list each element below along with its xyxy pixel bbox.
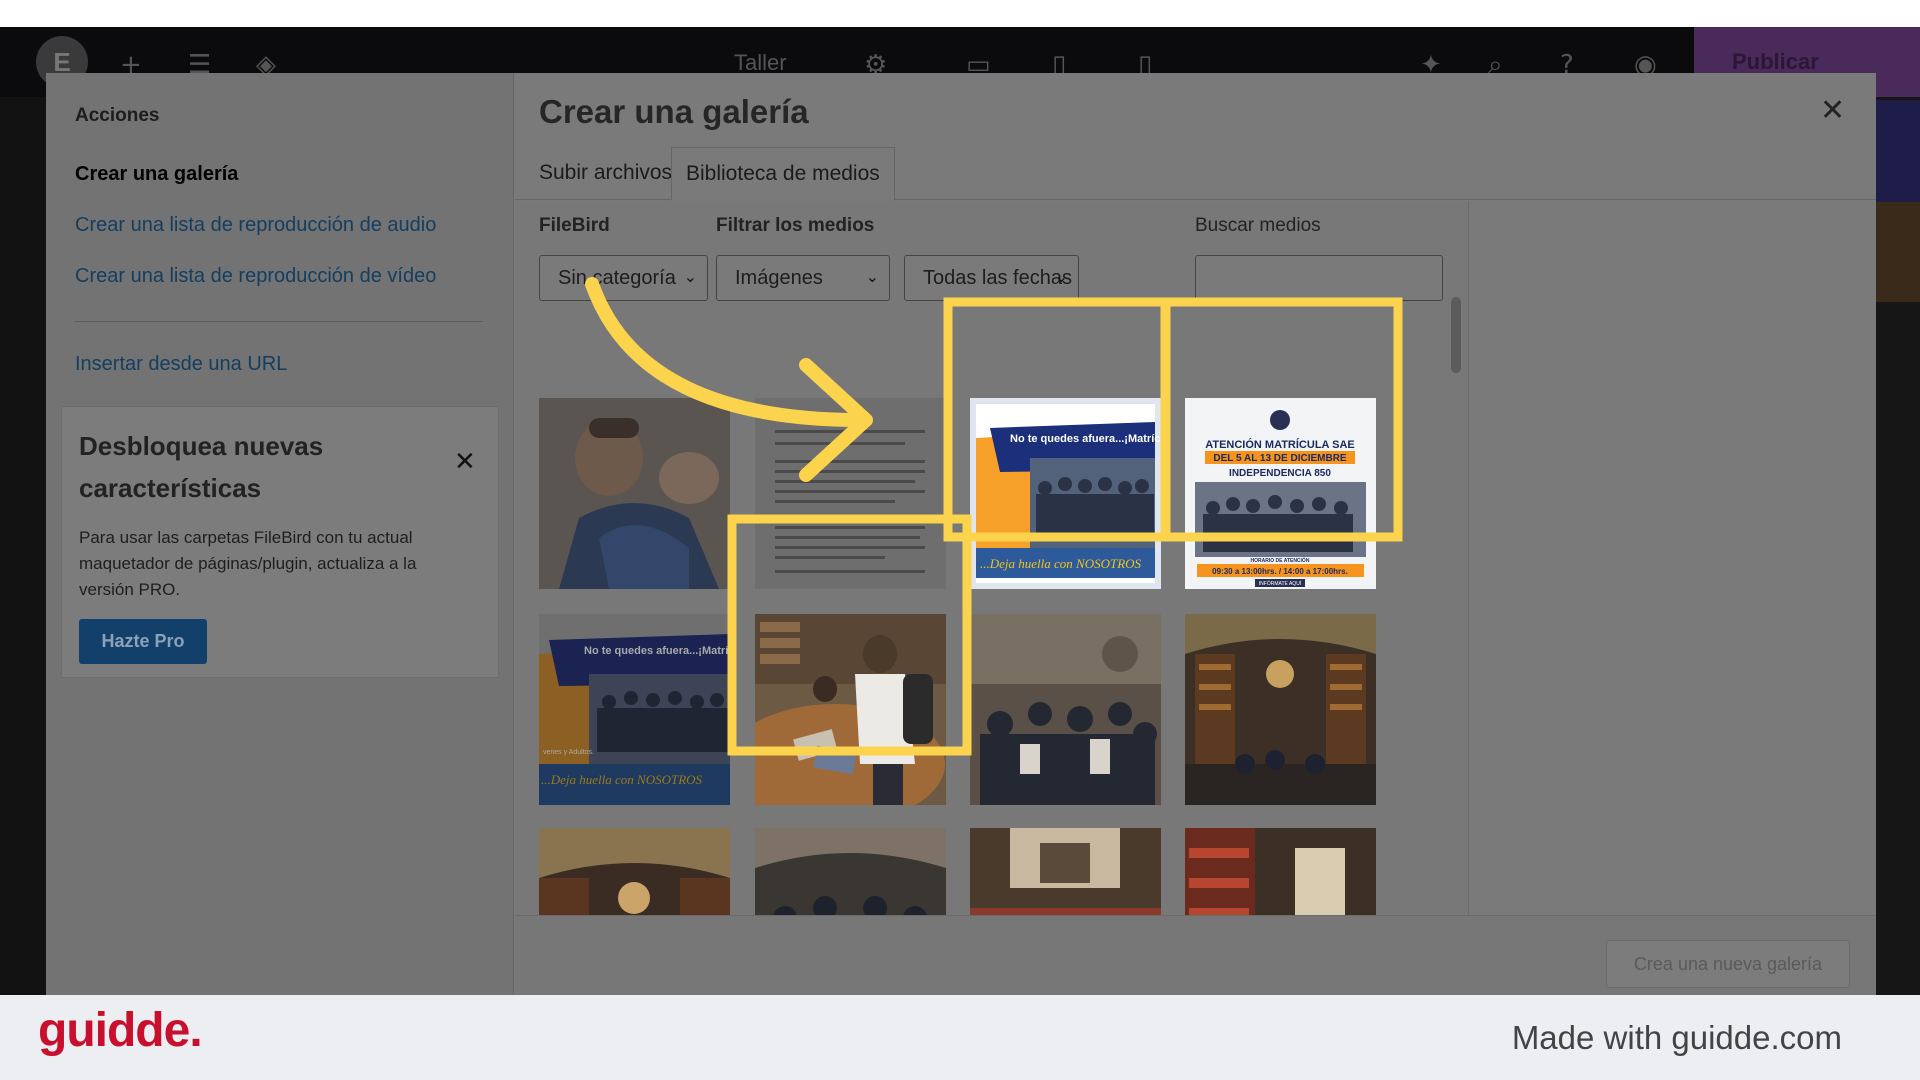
media-modal: Acciones Crear una galería Crear una lis… xyxy=(46,73,1876,995)
tab-upload-files[interactable]: Subir archivos xyxy=(539,145,672,200)
media-thumbnail-student-reading[interactable] xyxy=(755,614,946,805)
media-thumbnail-library-hall[interactable] xyxy=(539,828,730,915)
chevron-down-icon: ⌄ xyxy=(865,267,879,286)
modal-sidebar: Acciones Crear una galería Crear una lis… xyxy=(46,73,514,995)
flyer-banner-text: No te quedes afuera...¡Matrícula xyxy=(1010,433,1161,445)
filebird-label: FileBird xyxy=(539,215,610,236)
poster-title-line-2: DEL 5 AL 13 DE DICIEMBRE xyxy=(1213,453,1347,464)
media-thumbnail-enrollment-flyer-copy[interactable]: No te quedes afuera...¡Matrícula venes y… xyxy=(539,614,730,805)
chevron-down-icon: ⌄ xyxy=(683,267,697,286)
media-library-content: FileBird Filtrar los medios Buscar medio… xyxy=(515,201,1469,915)
close-icon[interactable]: ✕ xyxy=(1820,93,1845,128)
create-new-gallery-button[interactable]: Crea una nueva galería xyxy=(1606,940,1850,988)
editor-left-panel xyxy=(0,97,46,995)
media-type-select[interactable]: Imágenes ⌄ xyxy=(716,255,890,301)
sidebar-item-audio-playlist[interactable]: Crear una lista de reproducción de audio xyxy=(75,214,436,237)
search-media-input[interactable] xyxy=(1195,255,1443,301)
filebird-category-value: Sin categoría xyxy=(558,266,676,289)
upgrade-pro-button[interactable]: Hazte Pro xyxy=(79,619,207,664)
chevron-down-icon: ⌄ xyxy=(1054,267,1068,286)
close-icon[interactable]: ✕ xyxy=(454,447,476,477)
media-thumbnail-reading-room[interactable] xyxy=(970,828,1161,915)
media-type-value: Imágenes xyxy=(735,266,823,289)
tabs-bar: Subir archivos Biblioteca de medios xyxy=(515,145,1876,201)
media-thumbnail-document[interactable] xyxy=(755,398,946,589)
guidde-logo: guidde. xyxy=(38,1004,203,1057)
media-thumbnail-embrace-photo[interactable] xyxy=(539,398,730,589)
sidebar-item-create-gallery[interactable]: Crear una galería xyxy=(75,163,238,186)
promo-title: Desbloquea nuevas características xyxy=(79,431,324,503)
media-thumbnail-students-hall[interactable] xyxy=(970,614,1161,805)
brand-footer-bar: guidde. Made with guidde.com xyxy=(0,995,1920,1080)
actions-heading: Acciones xyxy=(75,105,160,126)
poster-hours-label: HORARIO DE ATENCIÓN xyxy=(1251,556,1310,564)
media-thumbnail-library-interior[interactable] xyxy=(1185,614,1376,805)
media-thumbnail-students-table[interactable] xyxy=(755,828,946,915)
media-thumbnail-enrollment-poster[interactable]: ATENCIÓN MATRÍCULA SAE DEL 5 AL 13 DE DI… xyxy=(1185,398,1376,589)
media-thumbnail-enrollment-flyer[interactable]: No te quedes afuera...¡Matrícula venes y… xyxy=(970,398,1161,589)
flyer-copy-side-text: venes y Adultos. xyxy=(543,749,594,756)
modal-title: Crear una galería xyxy=(539,93,809,130)
flyer-copy-banner-text: No te quedes afuera...¡Matrícula xyxy=(584,645,730,657)
search-media-label: Buscar medios xyxy=(1195,215,1321,236)
tab-media-library[interactable]: Biblioteca de medios xyxy=(671,147,895,201)
flyer-side-text: venes y Adultos. xyxy=(980,533,1031,540)
media-date-value: Todas las fechas xyxy=(923,266,1072,289)
poster-title-line-1: ATENCIÓN MATRÍCULA SAE xyxy=(1205,438,1355,451)
editor-canvas-block xyxy=(1876,100,1920,204)
media-date-select[interactable]: Todas las fechas ⌄ xyxy=(904,255,1079,301)
poster-title-line-3: INDEPENDENCIA 850 xyxy=(1229,468,1331,479)
upgrade-promo-card: Desbloquea nuevas características ✕ Para… xyxy=(61,406,499,678)
sidebar-item-insert-url[interactable]: Insertar desde una URL xyxy=(75,353,287,376)
sidebar-item-video-playlist[interactable]: Crear una lista de reproducción de vídeo xyxy=(75,265,436,288)
media-scrollbar[interactable] xyxy=(1451,297,1461,373)
media-thumbnail-library-aisle[interactable] xyxy=(1185,828,1376,915)
promo-text: Para usar las carpetas FileBird con tu a… xyxy=(79,528,417,599)
editor-canvas-block xyxy=(1876,202,1920,302)
poster-button-text: INFÓRMATE AQUÍ xyxy=(1259,580,1302,587)
flyer-slogan-text: ...Deja huella con NOSOTROS xyxy=(980,556,1142,571)
filter-media-label: Filtrar los medios xyxy=(716,215,875,236)
sidebar-divider xyxy=(75,321,483,322)
made-with-text: Made with guidde.com xyxy=(1511,1019,1842,1056)
poster-hours: 09:30 a 13:00hrs. / 14:00 a 17:00hrs. xyxy=(1212,567,1348,576)
flyer-copy-slogan-text: ...Deja huella con NOSOTROS xyxy=(541,772,703,787)
filebird-category-select[interactable]: Sin categoría ⌄ xyxy=(539,255,708,301)
